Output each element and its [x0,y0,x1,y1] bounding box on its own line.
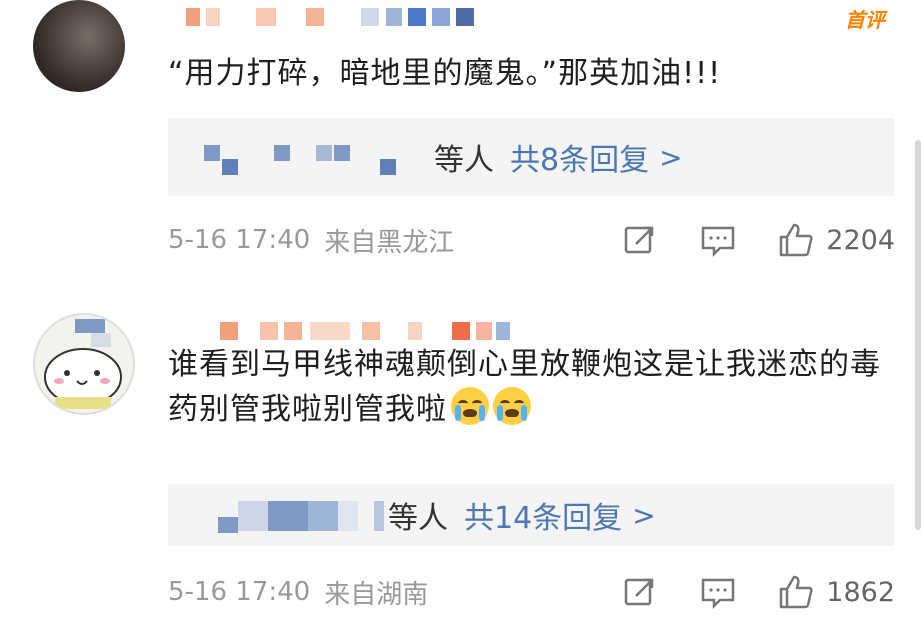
comment-button[interactable] [700,574,736,610]
comment-icon [702,226,735,258]
scrollbar[interactable] [915,140,921,530]
timestamp: 5-16 17:40 [168,225,311,255]
location: 来自黑龙江 [324,227,455,258]
comment-button[interactable] [700,222,736,258]
like-icon [780,575,813,609]
share-icon [625,578,654,606]
avatar[interactable] [33,313,135,415]
like-button[interactable]: 1862 [778,574,895,610]
reply-suffix: 等人 [434,143,494,178]
view-replies-link[interactable]: 共14条回复 [464,493,622,537]
share-button[interactable] [622,574,658,610]
comment-footer: 5-16 17:40 来自湖南 1862 [168,572,895,612]
view-replies-link[interactable]: 共8条回复 [510,135,649,179]
crying-emoji-icon [493,387,531,425]
chevron-right-icon: > [632,498,656,532]
comment-text: 谁看到马甲线神魂颠倒心里放鞭炮这是让我迷恋的毒药别管我啦别管我啦 [168,343,893,432]
reply-users-blurred [204,137,434,177]
comment-footer: 5-16 17:40 来自黑龙江 2204 [168,220,895,260]
first-comment-badge: 首评 [845,8,885,32]
username-blurred[interactable] [186,8,476,26]
like-count: 1862 [826,576,895,608]
comment-item: 首评 “用力打碎，暗地里的魔鬼。”那英加油!!! 等人 共8条回复 > 5-16… [0,0,921,290]
share-icon [625,226,654,254]
comment-text: “用力打碎，暗地里的魔鬼。”那英加油!!! [168,56,722,91]
like-button[interactable]: 2204 [778,222,895,258]
location: 来自湖南 [324,579,429,610]
timestamp: 5-16 17:40 [168,577,311,607]
comment-icon [702,578,735,610]
reply-summary[interactable]: 等人 共14条回复 > [168,484,894,546]
chevron-right-icon: > [659,140,683,174]
like-count: 2204 [826,224,895,256]
avatar[interactable] [33,0,125,92]
username-blurred[interactable] [220,322,510,340]
crying-emoji-icon [451,387,489,425]
reply-suffix: 等人 [388,501,448,536]
reply-users-blurred [218,495,388,535]
comment-item: 谁看到马甲线神魂颠倒心里放鞭炮这是让我迷恋的毒药别管我啦别管我啦 等人 共14条… [0,290,921,643]
cartoon-avatar-image [35,315,133,413]
like-icon [780,223,813,257]
reply-summary[interactable]: 等人 共8条回复 > [168,118,894,196]
share-button[interactable] [622,222,658,258]
